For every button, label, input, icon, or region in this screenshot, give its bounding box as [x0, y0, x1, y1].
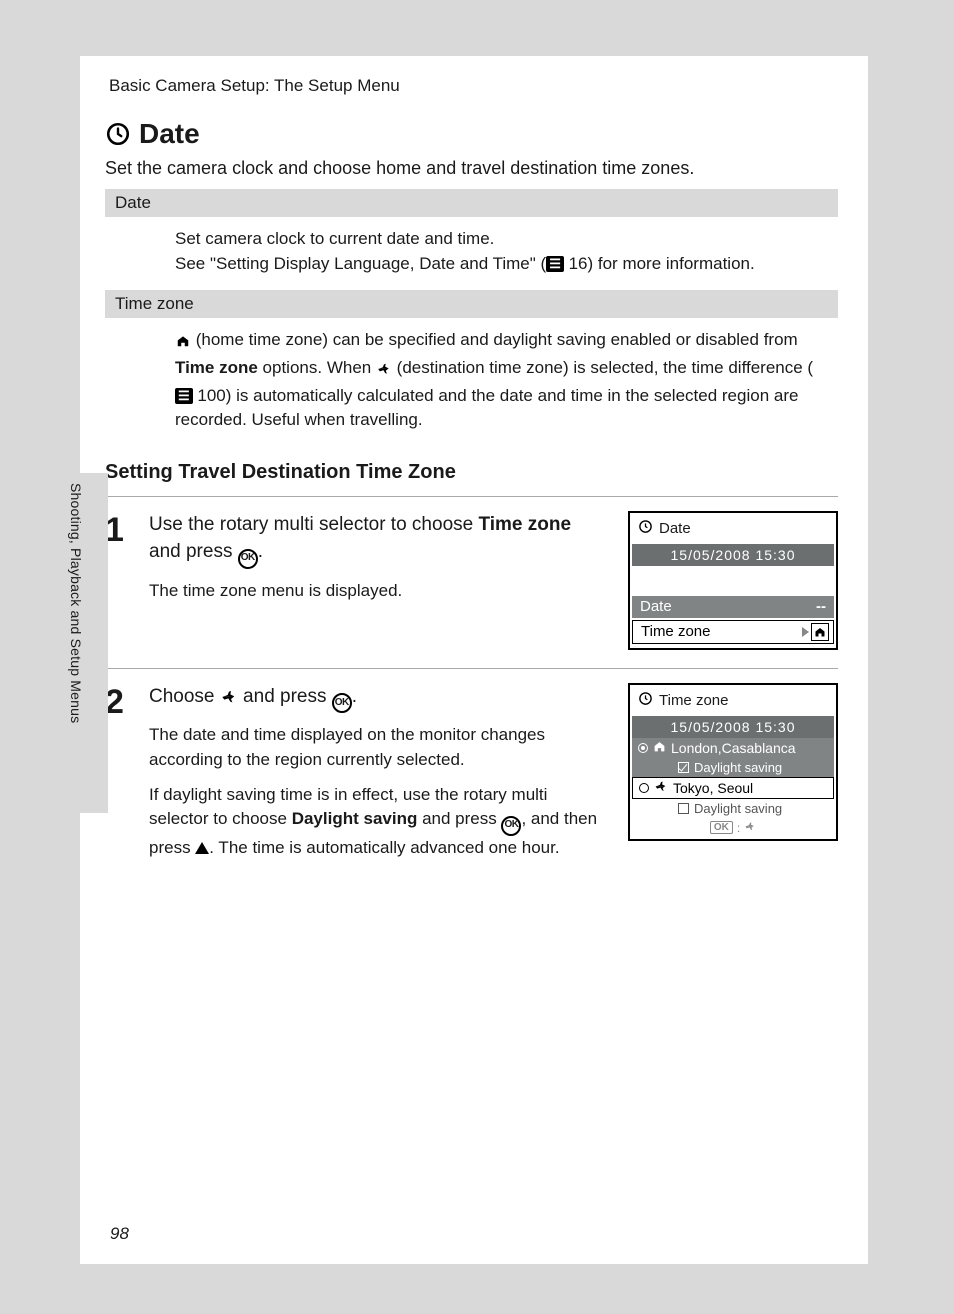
lcd-row-date: Date -- [632, 596, 834, 618]
lcd-dest-row-selected: Tokyo, Seoul [632, 777, 834, 799]
step-number: 1 [105, 511, 131, 547]
lcd-title: Date [632, 515, 834, 544]
chevron-right-icon [802, 627, 809, 637]
clock-icon [105, 121, 131, 147]
side-tab-label: Shooting, Playback and Setup Menus [68, 483, 84, 793]
step-text: Use the rotary multi selector to choose … [149, 511, 610, 613]
lcd-title: Time zone [632, 687, 834, 716]
radio-unselected-icon [639, 783, 649, 793]
section-body-timezone: (home time zone) can be specified and da… [105, 326, 838, 447]
lcd-row-timezone-selected: Time zone [632, 620, 834, 644]
step-1: 1 Use the rotary multi selector to choos… [105, 497, 838, 668]
page-ref-icon: ☰ [175, 388, 193, 404]
lcd-screenshot-timezone: Time zone 15/05/2008 15:30 London,Casabl… [628, 683, 838, 841]
clock-icon [638, 691, 653, 710]
ok-button-icon: OK [238, 549, 258, 569]
lcd-home-ds: Daylight saving [632, 758, 834, 777]
airplane-icon [220, 686, 238, 714]
home-icon [811, 623, 829, 641]
checkbox-unchecked-icon [678, 803, 689, 814]
subsection-title: Setting Travel Destination Time Zone [105, 461, 838, 484]
dashes-icon: -- [812, 598, 830, 616]
ok-hint-icon: OK [710, 821, 733, 834]
ok-button-icon: OK [332, 693, 352, 713]
date-line1: Set camera clock to current date and tim… [175, 227, 828, 252]
side-tab: Shooting, Playback and Setup Menus [80, 473, 108, 813]
radio-selected-icon [638, 743, 648, 753]
triangle-up-icon [195, 842, 209, 854]
step-p2: If daylight saving time is in effect, us… [149, 783, 600, 861]
section-body-date: Set camera clock to current date and tim… [105, 225, 838, 290]
page-title: Date [105, 118, 838, 150]
step-p1: The date and time displayed on the monit… [149, 723, 600, 772]
page-title-text: Date [139, 118, 200, 150]
home-icon [175, 331, 191, 356]
intro-text: Set the camera clock and choose home and… [105, 158, 838, 179]
page-ref-icon: ☰ [546, 256, 564, 272]
step-2: 2 Choose and press OK. The date and time… [105, 669, 838, 888]
home-icon [653, 740, 666, 756]
lcd-home-row: London,Casablanca [632, 738, 834, 758]
step-lead: Choose and press OK. [149, 683, 600, 714]
ok-button-icon: OK [501, 816, 521, 836]
page-number: 98 [110, 1224, 129, 1244]
lcd-datetime: 15/05/2008 15:30 [632, 716, 834, 738]
lcd-screenshot-date: Date 15/05/2008 15:30 Date -- Time zone [628, 511, 838, 650]
airplane-icon [654, 780, 668, 796]
manual-page: Shooting, Playback and Setup Menus Basic… [80, 56, 868, 1264]
step-lead: Use the rotary multi selector to choose … [149, 511, 600, 569]
clock-icon [638, 519, 653, 538]
airplane-icon [744, 821, 756, 835]
date-line2: See "Setting Display Language, Date and … [175, 252, 828, 277]
section-header-timezone: Time zone [105, 290, 838, 318]
step-number: 2 [105, 683, 131, 719]
breadcrumb: Basic Camera Setup: The Setup Menu [105, 76, 838, 96]
checkbox-checked-icon [678, 762, 689, 773]
lcd-footer-hint: OK : [632, 818, 834, 835]
section-header-date: Date [105, 189, 838, 217]
step-body: The time zone menu is displayed. [149, 579, 600, 604]
step-text: Choose and press OK. The date and time d… [149, 683, 610, 870]
lcd-datetime: 15/05/2008 15:30 [632, 544, 834, 566]
lcd-dest-ds: Daylight saving [632, 799, 834, 818]
airplane-icon [376, 359, 392, 384]
